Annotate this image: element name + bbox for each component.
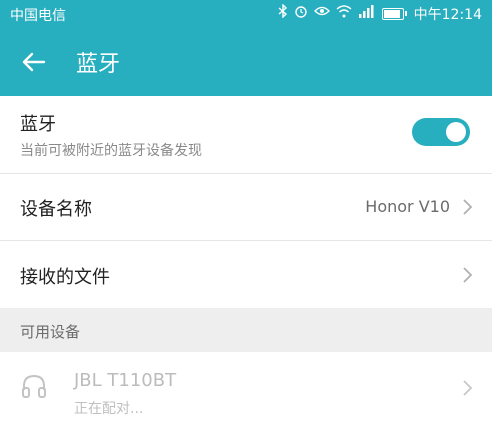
settings-list: 蓝牙 当前可被附近的蓝牙设备发现 设备名称 Honor V10 接收的文件 [0,96,492,308]
available-devices-header: 可用设备 [0,308,492,352]
device-name-label: 设备名称 [20,199,92,220]
alarm-icon [294,4,308,24]
status-bar: 中国电信 中午12:14 [0,0,492,28]
bluetooth-switch[interactable] [412,118,470,146]
bluetooth-toggle-row[interactable]: 蓝牙 当前可被附近的蓝牙设备发现 [0,96,492,174]
back-button[interactable] [16,44,52,80]
bluetooth-description: 当前可被附近的蓝牙设备发现 [20,143,202,159]
page-title: 蓝牙 [76,52,121,77]
device-name-row[interactable]: 设备名称 Honor V10 [0,174,492,241]
chevron-right-icon [463,380,473,396]
device-row[interactable]: JBL T110BT 正在配对... [0,352,492,443]
carrier-label: 中国电信 [10,8,66,24]
status-icons: 中午12:14 [278,3,482,24]
chevron-right-icon [463,199,473,215]
battery-icon [381,8,407,20]
clock: 中午12:14 [413,7,482,23]
app-toolbar: 蓝牙 [0,28,492,96]
headphones-icon [22,374,46,398]
bluetooth-label: 蓝牙 [20,114,56,135]
available-devices-label: 可用设备 [20,323,81,341]
bluetooth-icon [278,3,288,24]
received-files-row[interactable]: 接收的文件 [0,241,492,309]
wifi-icon [336,4,352,24]
switch-knob [446,122,466,142]
device-name: JBL T110BT [74,370,177,391]
device-status: 正在配对... [74,401,144,417]
chevron-right-icon [463,267,473,283]
received-files-label: 接收的文件 [20,267,110,288]
eye-icon [313,5,330,23]
arrow-left-icon [22,52,46,72]
device-name-value: Honor V10 [365,197,450,216]
signal-icon [358,4,376,24]
